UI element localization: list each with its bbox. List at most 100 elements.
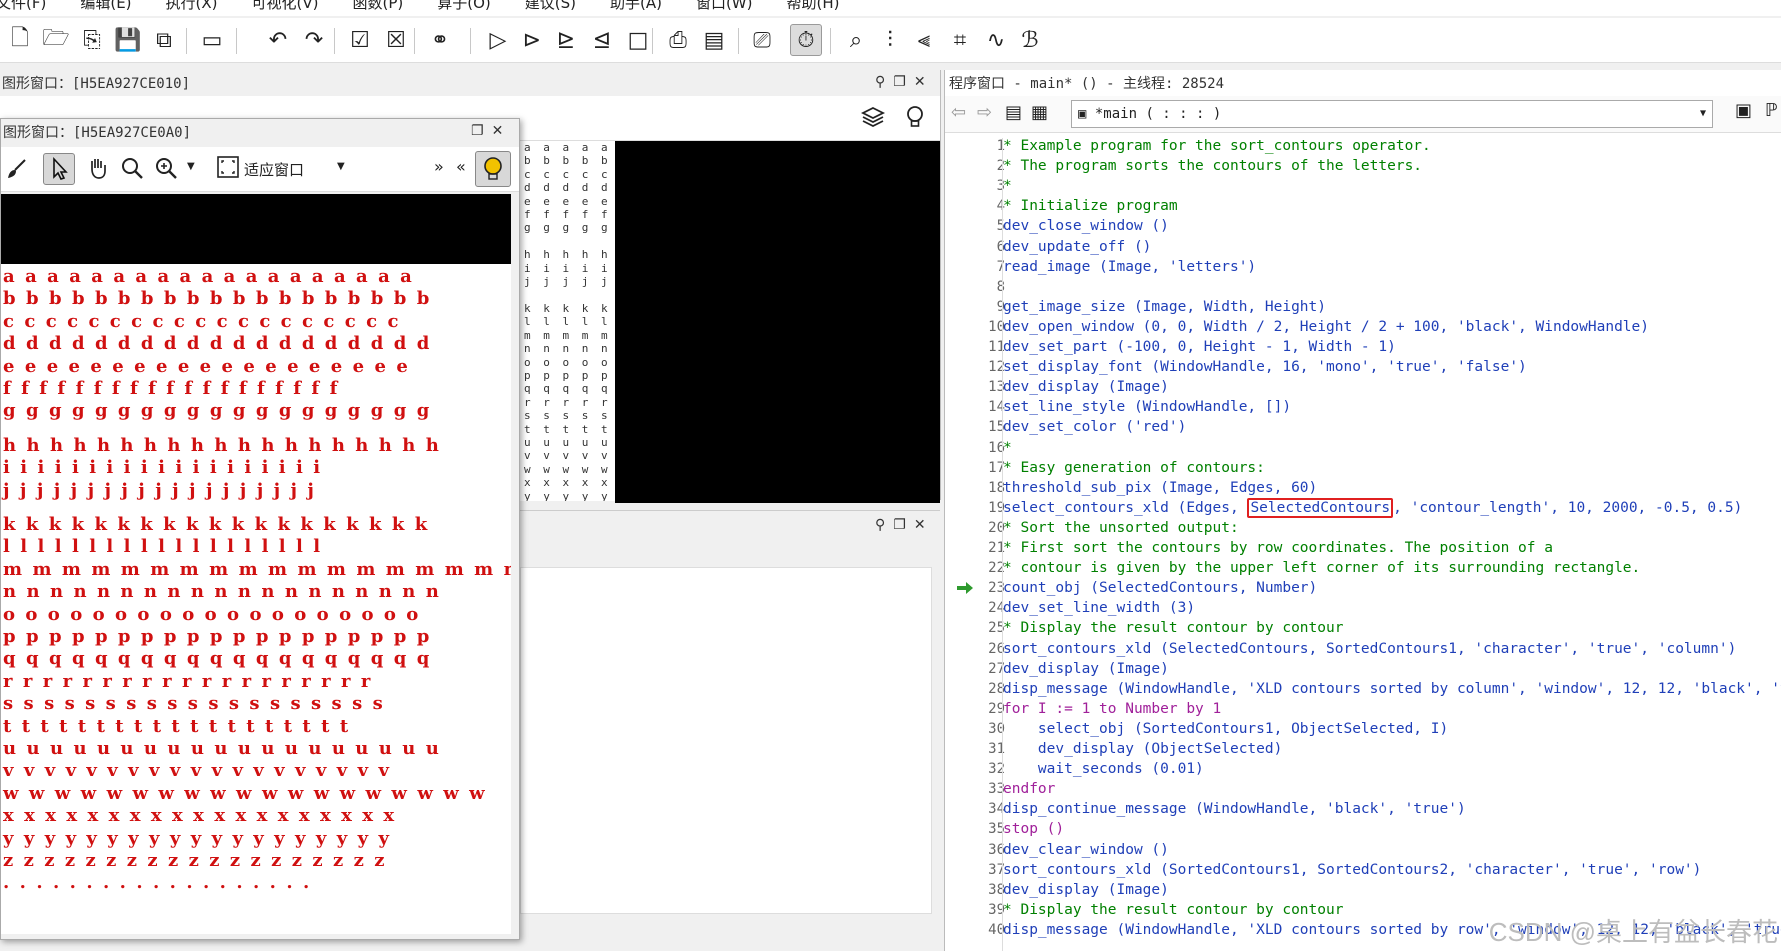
code-line[interactable]: dev_set_part (-100, 0, Height - 1, Width… [1003, 337, 1396, 357]
histogram-icon[interactable]: ⫶ [876, 26, 904, 54]
search-icon[interactable] [119, 155, 145, 185]
clipboard-icon[interactable]: ▤ [1005, 102, 1022, 123]
inspect-icon[interactable]: ☑ [346, 26, 374, 54]
lightbulb-icon[interactable] [902, 104, 928, 134]
code-line[interactable]: sort_contours_xld (SelectedContours, Sor… [1003, 639, 1736, 659]
code-line[interactable]: stop () [1003, 819, 1064, 839]
code-line[interactable]: count_obj (SelectedContours, Number) [1003, 578, 1317, 598]
code-line[interactable]: sort_contours_xld (SortedContours1, Sort… [1003, 860, 1701, 880]
lightbulb-button[interactable] [475, 151, 511, 187]
code-line[interactable]: endfor [1003, 779, 1055, 799]
code-line[interactable]: threshold_sub_pix (Image, Edges, 60) [1003, 478, 1317, 498]
chevron-down-icon[interactable]: ▼ [187, 161, 195, 172]
stop-icon[interactable]: □ [624, 26, 652, 54]
code-line[interactable]: * Display the result contour by contour [1003, 900, 1343, 920]
float-icon[interactable]: ❐ [893, 517, 906, 533]
procedure-select[interactable]: ▣ *main ( : : : ) ▼ [1071, 100, 1713, 128]
code-line[interactable]: * The program sorts the contours of the … [1003, 156, 1422, 176]
code-line[interactable]: dev_update_off () [1003, 237, 1151, 257]
code-line[interactable]: dev_set_color ('red') [1003, 417, 1186, 437]
code-line[interactable]: select_obj (SortedContours1, ObjectSelec… [1003, 719, 1448, 739]
code-line[interactable]: select_contours_xld (Edges, SelectedCont… [1003, 497, 1742, 518]
pointer-tool[interactable] [43, 153, 75, 185]
timer-icon[interactable]: ⏱ [790, 24, 822, 56]
code-line[interactable]: read_image (Image, 'letters') [1003, 257, 1256, 277]
code-line[interactable]: * Display the result contour by contour [1003, 618, 1343, 638]
code-line[interactable]: dev_open_window (0, 0, Width / 2, Height… [1003, 317, 1649, 337]
back-icon[interactable]: ⇦ [951, 102, 966, 123]
procedure-params-icon[interactable]: ℙ [1765, 100, 1778, 121]
code-line[interactable]: get_image_size (Image, Width, Height) [1003, 297, 1326, 317]
menu-item[interactable]: 帮助(H) [787, 0, 840, 13]
code-line[interactable]: wait_seconds (0.01) [1003, 759, 1204, 779]
save-icon[interactable]: 💾 [114, 26, 142, 54]
forward-icon[interactable]: ⇨ [977, 102, 992, 123]
inspect2-icon[interactable]: ☒ [382, 26, 410, 54]
zoom-in-icon[interactable] [153, 155, 179, 185]
code-line[interactable]: * Sort the unsorted output: [1003, 518, 1239, 538]
menu-item[interactable]: 窗口(W) [696, 0, 753, 13]
code-line[interactable]: dev_display (ObjectSelected) [1003, 739, 1282, 759]
feature-inspect-icon[interactable]: ∿ [982, 26, 1010, 54]
code-line[interactable]: * Initialize program [1003, 196, 1178, 216]
close-icon[interactable]: ✕ [492, 123, 504, 139]
pin-icon[interactable]: ⚲ [875, 74, 885, 90]
zoom-icon[interactable]: ⌕ [842, 26, 870, 54]
redo-icon[interactable]: ↷ [300, 26, 328, 54]
code-line[interactable]: dev_clear_window () [1003, 840, 1169, 860]
code-line[interactable]: * contour is given by the upper left cor… [1003, 558, 1640, 578]
profiler-icon[interactable]: ⎚ [748, 26, 776, 54]
menu-item[interactable]: 执行(X) [166, 0, 218, 13]
menu-item[interactable]: 可视化(V) [252, 0, 319, 13]
menu-item[interactable]: 函数(P) [352, 0, 403, 13]
float-icon[interactable]: ❐ [471, 123, 484, 139]
fit-window-icon[interactable] [216, 155, 240, 183]
menu-item[interactable]: 建议(S) [525, 0, 576, 13]
code-line[interactable]: set_display_font (WindowHandle, 16, 'mon… [1003, 357, 1527, 377]
gray-values-icon[interactable]: ⌗ [946, 26, 974, 54]
open-file-icon[interactable]: 🗁 [42, 26, 70, 54]
code-line[interactable]: * First sort the contours by row coordin… [1003, 538, 1553, 558]
new-file-icon[interactable]: 🗋 [6, 26, 34, 54]
open-example-icon[interactable]: ⎘ [78, 26, 106, 54]
binoculars-icon[interactable]: ⚭ [426, 26, 454, 54]
code-line[interactable]: for I := 1 to Number by 1 [1003, 699, 1221, 719]
expand-toolbar-button[interactable]: » [434, 157, 444, 176]
insert-proc-icon[interactable]: ⎙ [664, 26, 692, 54]
hand-icon[interactable] [85, 155, 111, 185]
code-line[interactable]: dev_display (Image) [1003, 880, 1169, 900]
close-icon[interactable]: ✕ [914, 74, 926, 90]
code-line[interactable]: * Easy generation of contours: [1003, 458, 1265, 478]
menu-item[interactable]: 助手(A) [610, 0, 662, 13]
code-line[interactable]: * [1003, 438, 1012, 458]
menu-item[interactable]: 编辑(E) [80, 0, 131, 13]
grid-icon[interactable]: ▦ [1031, 102, 1048, 123]
code-line[interactable]: set_line_style (WindowHandle, []) [1003, 397, 1291, 417]
code-line[interactable]: dev_set_line_width (3) [1003, 598, 1195, 618]
step-over-icon[interactable]: ⊵ [552, 26, 580, 54]
ocr-icon[interactable]: ℬ [1016, 26, 1044, 54]
code-editor[interactable]: 1 * Example program for the sort_contours… [945, 138, 1781, 951]
undo-icon[interactable]: ↶ [264, 26, 292, 54]
run-icon[interactable]: ▷ [484, 26, 512, 54]
layers-icon[interactable] [860, 104, 886, 134]
menu-item[interactable]: 文件(F) [0, 0, 46, 13]
record-icon[interactable]: ▭ [198, 26, 226, 54]
collapse-toolbar-button[interactable]: « [456, 157, 466, 176]
fit-window-label[interactable]: 适应窗口 [244, 159, 304, 180]
code-line[interactable]: disp_message (WindowHandle, 'XLD contour… [1003, 679, 1781, 699]
step-back-icon[interactable]: ⊴ [588, 26, 616, 54]
step-into-icon[interactable]: ⊳ [518, 26, 546, 54]
float-icon[interactable]: ❐ [893, 74, 906, 90]
code-line[interactable]: dev_close_window () [1003, 216, 1169, 236]
code-line[interactable]: * [1003, 176, 1012, 196]
pin-icon[interactable]: ⚲ [875, 517, 885, 533]
fit-dropdown-icon[interactable]: ▼ [337, 161, 345, 172]
code-line[interactable]: dev_display (Image) [1003, 377, 1169, 397]
menu-item[interactable]: 算子(O) [437, 0, 491, 13]
save-all-icon[interactable]: ⧉ [150, 26, 178, 54]
edit-proc-icon[interactable]: ▤ [700, 26, 728, 54]
close-icon[interactable]: ✕ [914, 517, 926, 533]
brush-icon[interactable] [5, 157, 29, 185]
code-line[interactable]: disp_continue_message (WindowHandle, 'bl… [1003, 799, 1466, 819]
